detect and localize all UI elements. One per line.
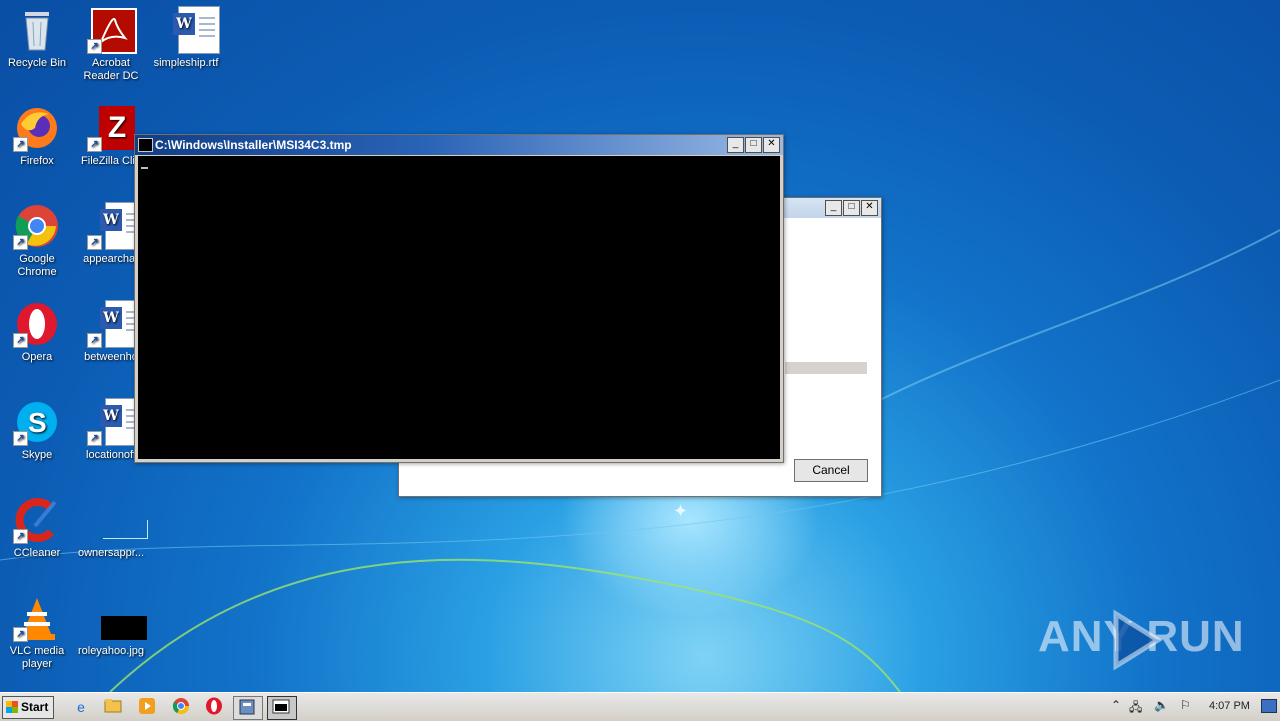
start-button[interactable]: Start [2, 696, 54, 719]
svg-text:✦: ✦ [673, 501, 688, 522]
clock[interactable]: 4:07 PM [1209, 700, 1250, 712]
explorer-icon[interactable] [102, 697, 124, 717]
opera-label: Opera [21, 351, 53, 363]
acrobat-label: Acrobat Reader DC [83, 57, 139, 82]
start-label: Start [21, 700, 49, 714]
windows-logo-icon [6, 701, 18, 713]
vlc-icon[interactable]: ↗ VLC media player [0, 594, 74, 671]
roleyahoo-icon[interactable]: roleyahoo.jpg [74, 594, 148, 658]
svg-text:S: S [28, 407, 47, 438]
vlc-label: VLC media player [9, 645, 65, 670]
maximize-button[interactable]: □ [843, 200, 860, 216]
cancel-button[interactable]: Cancel [794, 459, 868, 482]
skype-label: Skype [21, 449, 53, 461]
opera-taskbar-icon[interactable] [203, 697, 225, 717]
firefox-icon[interactable]: ↗ Firefox [0, 104, 74, 168]
ccleaner-icon[interactable]: ↗ CCleaner [0, 496, 74, 560]
skype-icon[interactable]: S ↗ Skype [0, 398, 74, 462]
recycle-bin-icon[interactable]: Recycle Bin [0, 6, 74, 70]
show-desktop-button[interactable] [1261, 699, 1277, 713]
minimize-button[interactable]: _ [727, 137, 744, 153]
roleyahoo-label: roleyahoo.jpg [77, 645, 145, 657]
volume-icon[interactable]: 🔈 [1154, 698, 1169, 712]
ie-icon[interactable]: e [70, 697, 92, 717]
ccleaner-label: CCleaner [13, 547, 61, 559]
media-player-icon[interactable] [136, 697, 158, 717]
console-app-icon [138, 138, 153, 152]
chrome-taskbar-icon[interactable] [170, 697, 192, 717]
opera-icon[interactable]: ↗ Opera [0, 300, 74, 364]
progress-bar [785, 362, 867, 374]
show-hidden-icons-button[interactable]: ⌃ [1111, 698, 1121, 712]
minimize-button[interactable]: _ [825, 200, 842, 216]
console-title: C:\Windows\Installer\MSI34C3.tmp [155, 138, 352, 152]
simpleship-label: simpleship.rtf [153, 57, 219, 69]
installer-task-button[interactable] [233, 696, 263, 720]
ownersappr-label: ownersappr... [77, 547, 145, 559]
simpleship-icon[interactable]: W simpleship.rtf [149, 6, 223, 70]
close-button[interactable]: ✕ [763, 137, 780, 153]
close-button[interactable]: ✕ [861, 200, 878, 216]
text-cursor [141, 167, 148, 169]
recycle-bin-label: Recycle Bin [7, 57, 67, 69]
chrome-icon[interactable]: ↗ Google Chrome [0, 202, 74, 279]
taskbar: Start e ⌃ 🖧 🔈 ⚐ 4:07 PM [0, 692, 1280, 721]
maximize-button[interactable]: □ [745, 137, 762, 153]
play-logo-icon [1113, 609, 1163, 671]
ownersappr-icon[interactable]: ownersappr... [74, 496, 148, 560]
acrobat-icon[interactable]: ↗ Acrobat Reader DC [74, 6, 148, 83]
console-output[interactable] [138, 156, 780, 459]
firefox-label: Firefox [20, 155, 54, 167]
console-titlebar[interactable]: C:\Windows\Installer\MSI34C3.tmp _ □ ✕ [135, 135, 783, 155]
network-icon[interactable]: 🖧 [1129, 698, 1142, 719]
console-window: C:\Windows\Installer\MSI34C3.tmp _ □ ✕ [134, 134, 784, 463]
action-center-flag-icon[interactable]: ⚐ [1180, 698, 1191, 712]
console-task-button[interactable] [267, 696, 297, 720]
chrome-label: Google Chrome [17, 253, 57, 278]
